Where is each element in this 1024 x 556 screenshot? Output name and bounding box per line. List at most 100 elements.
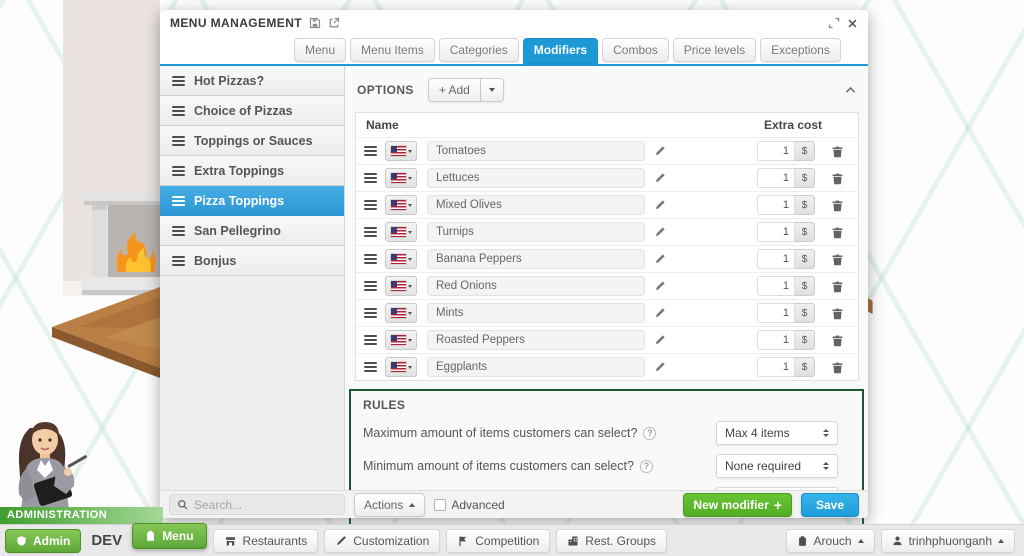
sidebar-item[interactable]: Extra Toppings [160, 156, 344, 186]
maximize-icon[interactable] [828, 17, 840, 29]
currency-button[interactable]: $ [795, 276, 815, 296]
currency-button[interactable]: $ [795, 330, 815, 350]
tab[interactable]: Price levels [673, 38, 756, 62]
option-name-input[interactable] [427, 249, 645, 269]
company-menu-button[interactable]: Arouch [786, 529, 875, 553]
drag-handle-icon[interactable] [364, 146, 377, 156]
edit-pencil-icon[interactable] [654, 334, 666, 346]
edit-pencil-icon[interactable] [654, 172, 666, 184]
drag-handle-icon[interactable] [364, 173, 377, 183]
add-option-button[interactable]: + Add [428, 78, 481, 102]
sidebar-item[interactable]: Bonjus [160, 246, 344, 276]
drag-handle-icon[interactable] [364, 335, 377, 345]
close-icon[interactable] [847, 18, 858, 29]
sidebar-item[interactable]: Hot Pizzas? [160, 66, 344, 96]
edit-pencil-icon[interactable] [654, 253, 666, 265]
drag-handle-icon[interactable] [364, 281, 377, 291]
drag-handle-icon[interactable] [364, 254, 377, 264]
currency-button[interactable]: $ [795, 195, 815, 215]
sidebar-item[interactable]: Choice of Pizzas [160, 96, 344, 126]
extra-cost-input[interactable] [757, 357, 795, 377]
collapse-section-icon[interactable] [844, 84, 857, 97]
add-option-dropdown-button[interactable] [481, 78, 504, 102]
edit-pencil-icon[interactable] [654, 307, 666, 319]
user-menu-button[interactable]: trinhphuonganh [881, 529, 1015, 553]
drag-handle-icon[interactable] [172, 136, 185, 146]
tab[interactable]: Modifiers [523, 38, 598, 64]
delete-option-icon[interactable] [831, 334, 844, 347]
edit-pencil-icon[interactable] [654, 361, 666, 373]
drag-handle-icon[interactable] [172, 166, 185, 176]
delete-option-icon[interactable] [831, 145, 844, 158]
delete-option-icon[interactable] [831, 361, 844, 374]
option-name-input[interactable] [427, 330, 645, 350]
rule-select[interactable]: Max 4 items [716, 421, 838, 445]
save-button[interactable]: Save [801, 493, 859, 517]
extra-cost-input[interactable] [757, 222, 795, 242]
tab[interactable]: Menu Items [350, 38, 435, 62]
rule-select[interactable]: None required [716, 454, 838, 478]
drag-handle-icon[interactable] [364, 362, 377, 372]
currency-button[interactable]: $ [795, 303, 815, 323]
drag-handle-icon[interactable] [172, 196, 185, 206]
language-flag-button[interactable] [385, 168, 417, 188]
drag-handle-icon[interactable] [364, 308, 377, 318]
drag-handle-icon[interactable] [172, 106, 185, 116]
delete-option-icon[interactable] [831, 280, 844, 293]
currency-button[interactable]: $ [795, 222, 815, 242]
delete-option-icon[interactable] [831, 172, 844, 185]
currency-button[interactable]: $ [795, 357, 815, 377]
nav-menu-button[interactable]: Menu [132, 523, 206, 549]
drag-handle-icon[interactable] [172, 226, 185, 236]
extra-cost-input[interactable] [757, 330, 795, 350]
sidebar-item[interactable]: Pizza Toppings [160, 186, 344, 216]
tab[interactable]: Exceptions [760, 38, 841, 62]
currency-button[interactable]: $ [795, 249, 815, 269]
tab[interactable]: Menu [294, 38, 346, 62]
drag-handle-icon[interactable] [364, 200, 377, 210]
language-flag-button[interactable] [385, 357, 417, 377]
nav-rest-groups-button[interactable]: Rest. Groups [556, 529, 667, 553]
extra-cost-input[interactable] [757, 276, 795, 296]
currency-button[interactable]: $ [795, 141, 815, 161]
edit-pencil-icon[interactable] [654, 199, 666, 211]
extra-cost-input[interactable] [757, 168, 795, 188]
delete-option-icon[interactable] [831, 307, 844, 320]
language-flag-button[interactable] [385, 276, 417, 296]
language-flag-button[interactable] [385, 303, 417, 323]
language-flag-button[interactable] [385, 195, 417, 215]
option-name-input[interactable] [427, 195, 645, 215]
language-flag-button[interactable] [385, 222, 417, 242]
option-name-input[interactable] [427, 168, 645, 188]
extra-cost-input[interactable] [757, 249, 795, 269]
advanced-toggle[interactable]: Advanced [434, 498, 504, 512]
option-name-input[interactable] [427, 141, 645, 161]
drag-handle-icon[interactable] [172, 76, 185, 86]
language-flag-button[interactable] [385, 249, 417, 269]
drag-handle-icon[interactable] [172, 256, 185, 266]
drag-handle-icon[interactable] [364, 227, 377, 237]
admin-button[interactable]: Admin [5, 529, 81, 553]
extra-cost-input[interactable] [757, 195, 795, 215]
edit-pencil-icon[interactable] [654, 145, 666, 157]
language-flag-button[interactable] [385, 141, 417, 161]
extra-cost-input[interactable] [757, 303, 795, 323]
edit-pencil-icon[interactable] [654, 226, 666, 238]
tab[interactable]: Combos [602, 38, 669, 62]
option-name-input[interactable] [427, 276, 645, 296]
new-modifier-button[interactable]: New modifier + [683, 493, 792, 517]
nav-customization-button[interactable]: Customization [324, 529, 440, 553]
sidebar-item[interactable]: Toppings or Sauces [160, 126, 344, 156]
option-name-input[interactable] [427, 303, 645, 323]
open-external-icon[interactable] [328, 17, 340, 29]
actions-button[interactable]: Actions [354, 493, 425, 517]
advanced-checkbox[interactable] [434, 499, 446, 511]
nav-competition-button[interactable]: Competition [446, 529, 550, 553]
extra-cost-input[interactable] [757, 141, 795, 161]
help-icon[interactable]: ? [640, 460, 653, 473]
search-input[interactable] [194, 498, 344, 512]
nav-restaurants-button[interactable]: Restaurants [213, 529, 319, 553]
delete-option-icon[interactable] [831, 253, 844, 266]
delete-option-icon[interactable] [831, 199, 844, 212]
currency-button[interactable]: $ [795, 168, 815, 188]
